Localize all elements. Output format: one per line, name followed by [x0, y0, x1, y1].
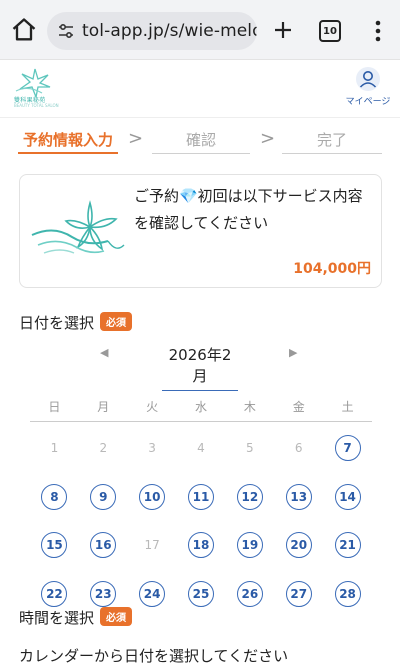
- calendar-cell: 16: [79, 521, 128, 570]
- calendar: 日月火水木金土 1 2 3 4 5 6 7 8 9 10 11 12 13 14 15 16 17 18 19 20 2…: [30, 396, 372, 618]
- calendar-cell: 4: [177, 424, 226, 473]
- service-title: ご予約💎初回は以下サービス内容を確認してください: [134, 187, 363, 232]
- unavailable-date: 3: [148, 441, 156, 456]
- weekday-label: 火: [146, 400, 159, 414]
- step-confirm: 確認: [152, 126, 250, 154]
- available-date-button[interactable]: 12: [236, 483, 263, 510]
- tab-count: 10: [323, 25, 337, 37]
- step-separator: >: [128, 128, 144, 149]
- calendar-cell: 9: [79, 473, 128, 522]
- weekday-label: 水: [194, 400, 207, 414]
- available-date-button[interactable]: 8: [41, 483, 68, 510]
- available-date-button[interactable]: 20: [285, 532, 312, 559]
- calendar-cell: 10: [128, 473, 177, 522]
- weekday-label: 金: [292, 400, 305, 414]
- calendar-cell: 24: [128, 570, 177, 619]
- site-header: 雙科果秘苑 BEAUTY TOTAL SALON マイページ: [0, 60, 400, 118]
- available-date-button[interactable]: 10: [139, 483, 166, 510]
- calendar-days: 1 2 3 4 5 6 7 8 9 10 11 12 13 14 15 16 17 18 19 20 21 22 23 24 2…: [30, 422, 372, 618]
- step-complete: 完了: [282, 126, 382, 154]
- available-date-button[interactable]: 26: [236, 580, 263, 607]
- weekday-label: 土: [341, 400, 354, 414]
- available-date-button[interactable]: 22: [41, 580, 68, 607]
- available-date-button[interactable]: 16: [90, 532, 117, 559]
- unavailable-date: 17: [144, 538, 160, 553]
- time-hint-text: カレンダーから日付を選択してください: [19, 647, 289, 665]
- unavailable-date: 5: [246, 441, 254, 456]
- flower-logo-icon: [31, 200, 125, 254]
- calendar-cell: 17: [128, 521, 177, 570]
- mypage-link[interactable]: マイページ: [344, 66, 392, 107]
- mypage-label: マイページ: [345, 97, 391, 107]
- next-month-button[interactable]: ▶: [289, 346, 297, 359]
- calendar-cell: 1: [30, 424, 79, 473]
- date-section-label: 日付を選択 必須: [19, 312, 133, 333]
- available-date-button[interactable]: 27: [285, 580, 312, 607]
- available-date-button[interactable]: 15: [41, 532, 68, 559]
- required-badge: 必須: [100, 607, 133, 626]
- unavailable-date: 2: [99, 441, 108, 456]
- available-date-button[interactable]: 9: [90, 483, 117, 510]
- weekday-label: 木: [243, 400, 256, 414]
- kebab-menu-icon[interactable]: [368, 18, 388, 44]
- address-bar[interactable]: tol-app.jp/s/wie-melodie: [47, 12, 257, 50]
- step-separator: >: [260, 128, 276, 149]
- available-date-button[interactable]: 23: [90, 580, 117, 607]
- calendar-cell: 19: [225, 521, 274, 570]
- available-date-button[interactable]: 11: [187, 483, 214, 510]
- calendar-weekdays: 日月火水木金土: [30, 396, 372, 422]
- available-date-button[interactable]: 21: [334, 532, 361, 559]
- calendar-cell: 2: [79, 424, 128, 473]
- calendar-cell: 26: [225, 570, 274, 619]
- calendar-cell: 13: [274, 473, 323, 522]
- calendar-cell: 11: [177, 473, 226, 522]
- plus-icon[interactable]: [271, 18, 295, 42]
- month-title: 2026年2月: [162, 344, 238, 391]
- time-section-label: 時間を選択 必須: [19, 607, 133, 628]
- available-date-button[interactable]: 24: [139, 580, 166, 607]
- service-price: 104,000円: [293, 261, 371, 277]
- calendar-cell: 28: [323, 570, 372, 619]
- calendar-cell: 8: [30, 473, 79, 522]
- calendar-cell: 21: [323, 521, 372, 570]
- calendar-cell: 7: [323, 424, 372, 473]
- prev-month-button[interactable]: ◀: [100, 346, 108, 359]
- available-date-button[interactable]: 25: [187, 580, 214, 607]
- progress-steps: 予約情報入力 > 確認 > 完了: [18, 126, 382, 158]
- calendar-cell: 27: [274, 570, 323, 619]
- calendar-cell: 18: [177, 521, 226, 570]
- step-input: 予約情報入力: [18, 126, 118, 154]
- service-card: ご予約💎初回は以下サービス内容を確認してください 104,000円: [19, 174, 382, 288]
- required-badge: 必須: [100, 312, 133, 331]
- unavailable-date: 6: [294, 441, 303, 456]
- browser-toolbar: tol-app.jp/s/wie-melodie 10: [0, 0, 400, 60]
- available-date-button[interactable]: 19: [236, 532, 263, 559]
- tabs-icon[interactable]: 10: [319, 20, 341, 42]
- calendar-cell: 5: [225, 424, 274, 473]
- calendar-cell: 6: [274, 424, 323, 473]
- weekday-label: 月: [97, 400, 110, 414]
- home-icon[interactable]: [10, 16, 38, 44]
- user-icon: [356, 67, 380, 91]
- time-label-text: 時間を選択: [19, 609, 95, 627]
- calendar-cell: 12: [225, 473, 274, 522]
- available-date-button[interactable]: 28: [334, 580, 361, 607]
- site-info-icon[interactable]: [56, 21, 76, 41]
- logo-subtext: BEAUTY TOTAL SALON: [14, 103, 59, 108]
- calendar-cell: 20: [274, 521, 323, 570]
- calendar-cell: 14: [323, 473, 372, 522]
- available-date-button[interactable]: 7: [334, 435, 361, 462]
- url-text: tol-app.jp/s/wie-melodie: [82, 21, 257, 41]
- calendar-cell: 3: [128, 424, 177, 473]
- calendar-cell: 15: [30, 521, 79, 570]
- available-date-button[interactable]: 13: [285, 483, 312, 510]
- unavailable-date: 1: [50, 441, 59, 456]
- unavailable-date: 4: [197, 441, 205, 456]
- weekday-label: 日: [48, 400, 61, 414]
- available-date-button[interactable]: 14: [334, 483, 361, 510]
- date-label-text: 日付を選択: [19, 314, 95, 332]
- available-date-button[interactable]: 18: [187, 532, 214, 559]
- calendar-cell: 25: [177, 570, 226, 619]
